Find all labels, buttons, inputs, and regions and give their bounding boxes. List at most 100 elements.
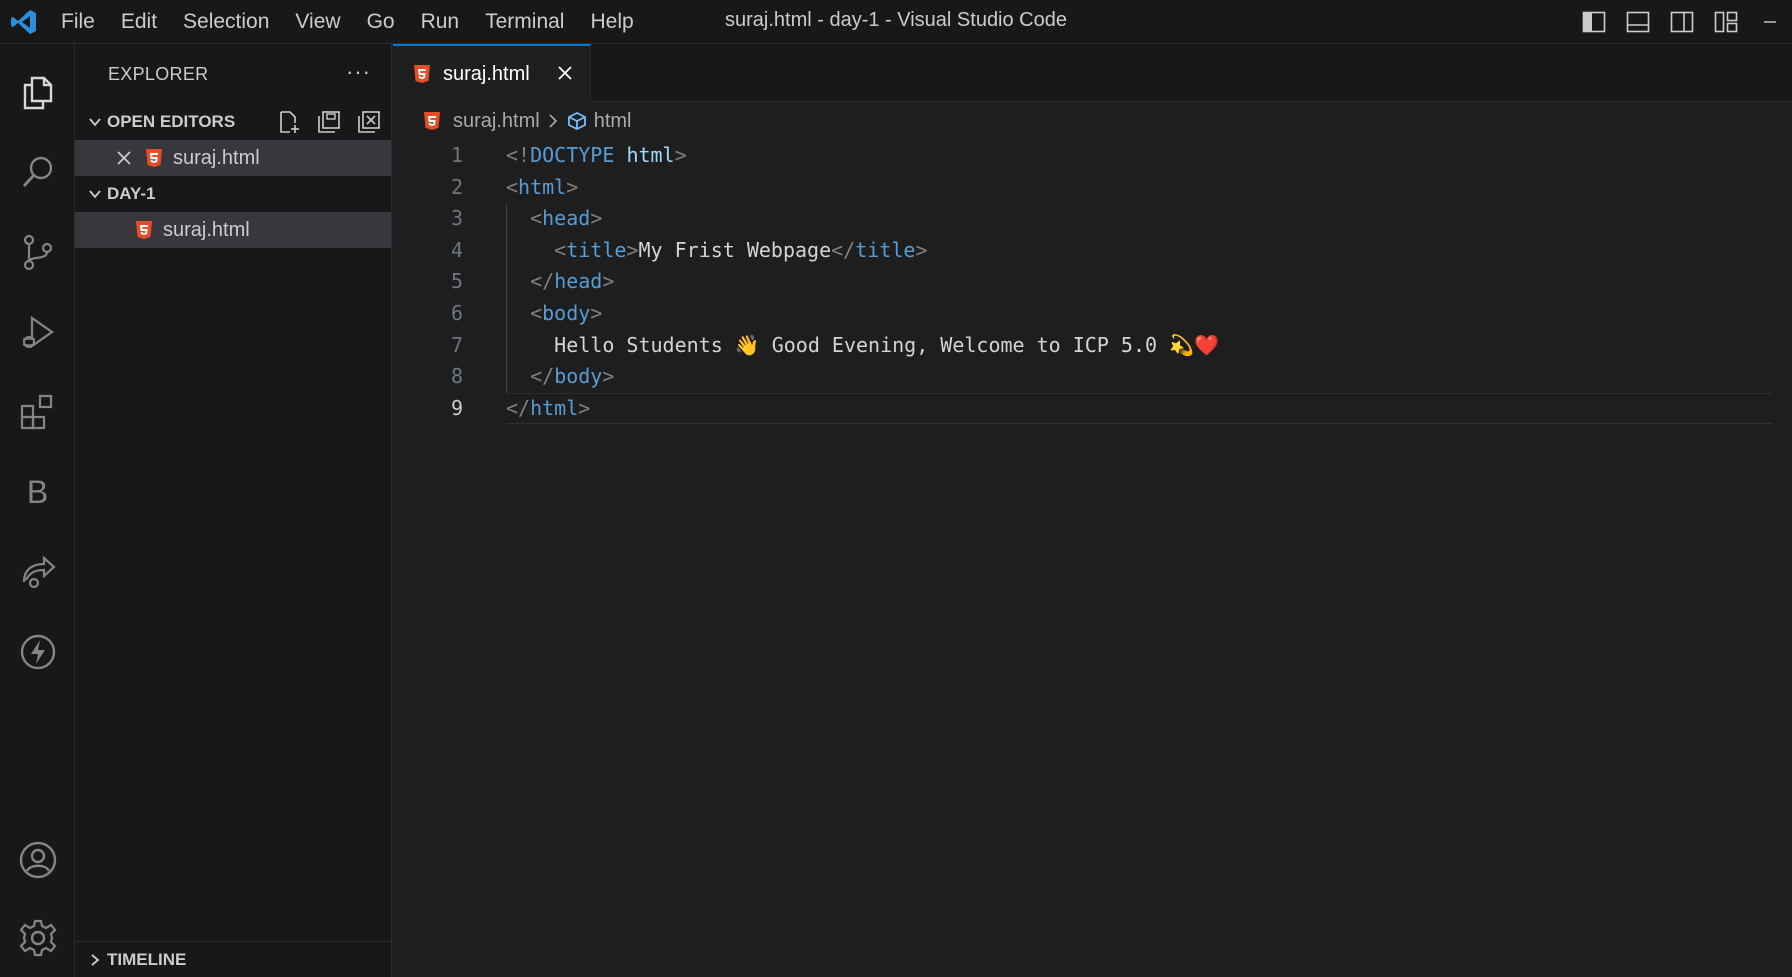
thunder-client-icon[interactable] (0, 616, 75, 688)
menu-terminal[interactable]: Terminal (472, 0, 577, 44)
more-actions-icon[interactable]: ··· (346, 59, 371, 85)
search-icon[interactable] (0, 136, 75, 208)
breadcrumb-symbol[interactable]: html (594, 110, 632, 133)
timeline-section-header[interactable]: TIMELINE (75, 942, 391, 977)
code-text: <title>My Frist Webpage</title> (506, 235, 928, 266)
toggle-secondary-sidebar-icon[interactable] (1660, 0, 1704, 44)
line-number: 7 (450, 332, 463, 357)
b-extension-icon[interactable]: B (0, 456, 75, 528)
code-line: 1 <!DOCTYPE html> (393, 140, 1792, 171)
emoji-token: ❤️ (1194, 332, 1219, 357)
code-token: head (554, 269, 603, 294)
code-token: head (542, 206, 591, 231)
code-token: </ (530, 364, 555, 389)
settings-gear-icon[interactable] (0, 902, 75, 974)
menu-help[interactable]: Help (577, 0, 646, 44)
code-token: </ (530, 269, 555, 294)
emoji-token: 👋 (734, 332, 760, 357)
code-token: Good Evening, Welcome to ICP 5.0 (759, 332, 1170, 357)
menu-go[interactable]: Go (354, 0, 408, 44)
code-token: > (590, 301, 603, 325)
code-token: > (590, 206, 603, 231)
code-text: <html> (506, 172, 578, 203)
save-all-icon[interactable] (315, 108, 343, 136)
line-number: 1 (450, 143, 463, 167)
files-icon[interactable] (0, 56, 75, 128)
open-editors-label: OPEN EDITORS (107, 112, 236, 131)
code-token: title (566, 237, 627, 262)
html5-file-icon (423, 111, 441, 131)
code-line: 9 </html> (393, 393, 1792, 424)
code-line: 6 <body> (393, 298, 1792, 329)
code-token: title (855, 237, 916, 262)
extensions-icon[interactable] (0, 376, 75, 448)
editor-tab[interactable]: suraj.html (393, 44, 591, 102)
open-editor-item[interactable]: suraj.html (75, 140, 391, 176)
open-editors-actions (275, 108, 383, 136)
code-token: < (506, 174, 519, 199)
code-line: 3 <head> (393, 203, 1792, 234)
menu-file[interactable]: File (48, 0, 108, 44)
live-share-icon[interactable] (0, 536, 75, 608)
code-token: < (530, 301, 543, 325)
code-token: > (915, 237, 928, 262)
line-number: 6 (450, 301, 463, 325)
minimize-icon[interactable] (1748, 0, 1792, 44)
toggle-panel-icon[interactable] (1616, 0, 1660, 44)
b-extension-label: B (26, 473, 49, 510)
code-token: > (626, 237, 639, 262)
line-number: 2 (450, 174, 463, 199)
code-token: > (674, 143, 687, 167)
source-control-icon[interactable] (0, 216, 75, 288)
html5-file-icon (413, 64, 431, 84)
close-tab-icon[interactable] (554, 62, 576, 84)
code-token: DOCTYPE (530, 143, 615, 167)
open-editors-section-header[interactable]: OPEN EDITORS (75, 104, 391, 140)
code-token: html (518, 174, 567, 199)
breadcrumb-file[interactable]: suraj.html (453, 110, 540, 133)
code-text: <!DOCTYPE html> (506, 140, 687, 171)
customize-layout-icon[interactable] (1704, 0, 1748, 44)
code-text: Hello Students 👋 Good Evening, Welcome t… (506, 330, 1219, 361)
title-bar: File Edit Selection View Go Run Terminal… (0, 0, 1792, 44)
code-token: body (542, 301, 591, 325)
html5-file-icon (135, 220, 153, 240)
code-token: > (602, 269, 615, 294)
layout-controls (1572, 0, 1792, 44)
run-debug-icon[interactable] (0, 296, 75, 368)
code-text: </html> (506, 393, 590, 424)
code-token: body (554, 364, 603, 389)
menu-selection[interactable]: Selection (170, 0, 282, 44)
menu-view[interactable]: View (282, 0, 353, 44)
code-token: < (554, 237, 567, 262)
breadcrumb: suraj.html html (393, 102, 1792, 140)
menu-edit[interactable]: Edit (108, 0, 170, 44)
code-token: </ (831, 237, 856, 262)
activity-bar: B (0, 44, 75, 977)
toggle-primary-sidebar-icon[interactable] (1572, 0, 1616, 44)
folder-section-header[interactable]: DAY-1 (75, 176, 391, 212)
code-line: 5 </head> (393, 266, 1792, 297)
code-line: 7 Hello Students 👋 Good Evening, Welcome… (393, 330, 1792, 361)
new-untitled-file-icon[interactable] (275, 108, 303, 136)
menu-run[interactable]: Run (408, 0, 473, 44)
chevron-down-icon (83, 114, 107, 130)
code-token: < (530, 206, 543, 231)
code-text: </body> (506, 361, 614, 392)
file-tree-item[interactable]: suraj.html (75, 212, 391, 248)
line-number: 3 (450, 206, 463, 231)
explorer-sidebar: EXPLORER ··· OPEN EDITORS suraj.html DAY… (75, 44, 392, 977)
emoji-token: 💫 (1169, 332, 1194, 357)
code-token: My Frist Webpage (638, 237, 832, 262)
account-icon[interactable] (0, 824, 75, 896)
code-line: 4 <title>My Frist Webpage</title> (393, 235, 1792, 266)
code-token: > (578, 395, 591, 420)
code-token: <! (506, 143, 531, 167)
editor-tab-bar: suraj.html (393, 44, 1792, 102)
close-all-editors-icon[interactable] (355, 108, 383, 136)
close-editor-icon[interactable] (115, 149, 133, 167)
line-number: 5 (450, 269, 463, 294)
